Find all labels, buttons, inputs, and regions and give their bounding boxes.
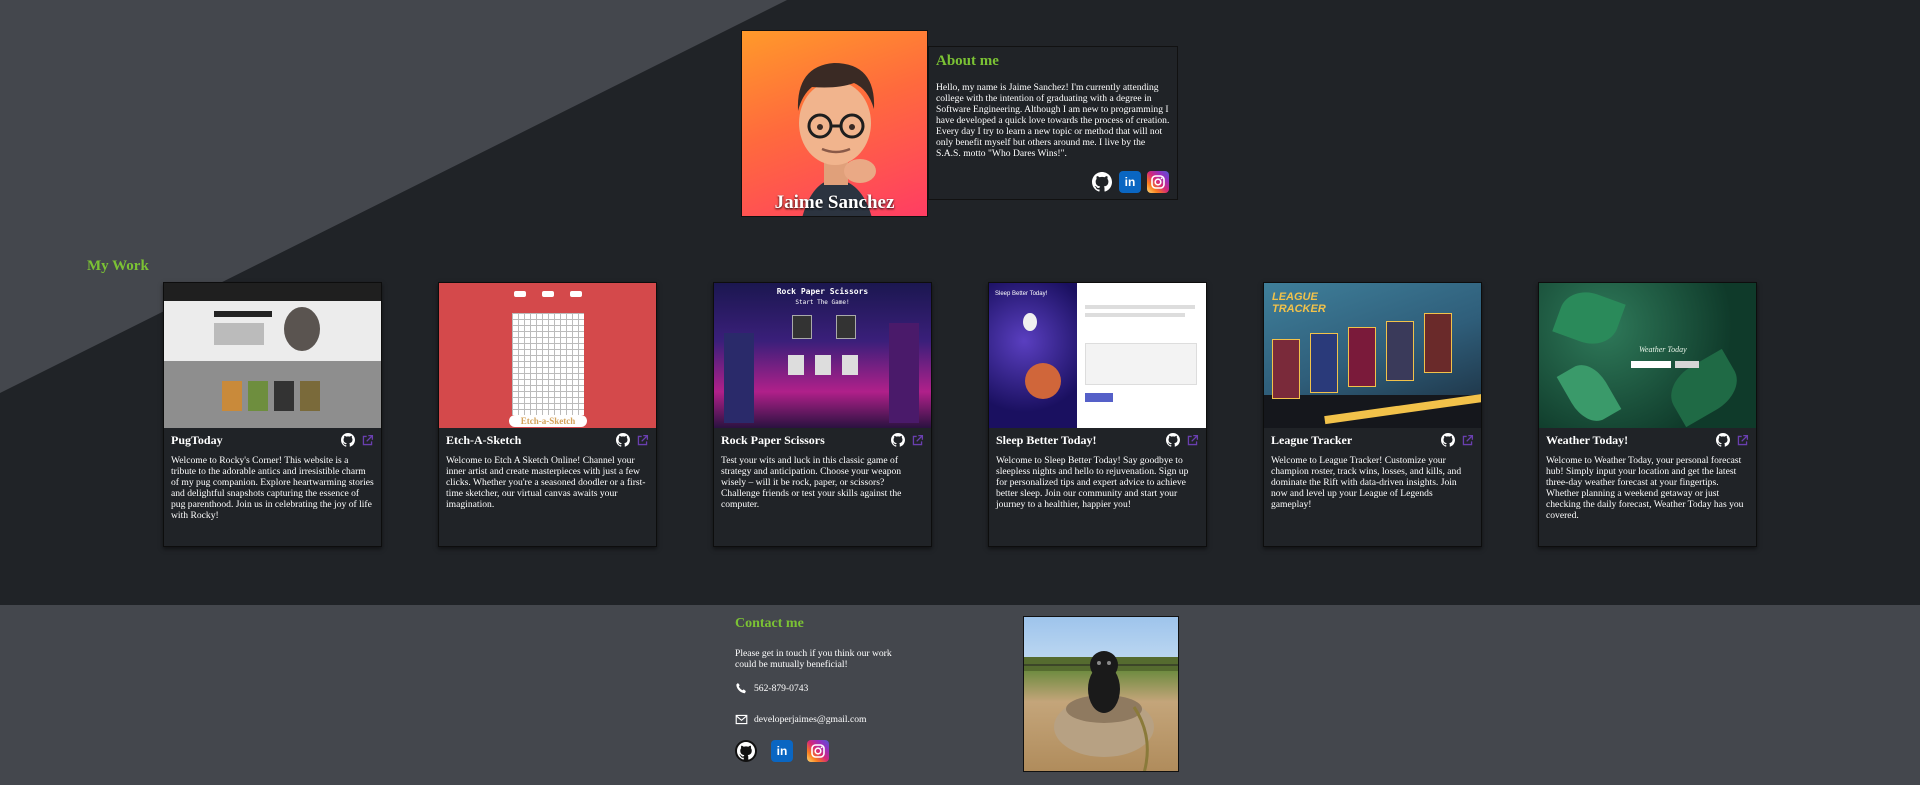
- external-link-icon[interactable]: [361, 434, 374, 447]
- instagram-icon[interactable]: [807, 740, 829, 762]
- instagram-icon[interactable]: [1147, 171, 1169, 193]
- thumb-label: Etch-a-Sketch: [509, 415, 587, 427]
- project-thumbnail[interactable]: [164, 283, 381, 428]
- thumb-label: Weather Today: [1639, 345, 1687, 354]
- project-card-etch-a-sketch[interactable]: Etch-a-Sketch Etch-A-Sketch Welcome to E…: [438, 282, 657, 547]
- contact-email[interactable]: developerjaimes@gmail.com: [735, 713, 895, 726]
- contact-text: Please get in touch if you think our wor…: [735, 648, 892, 670]
- mail-icon: [735, 714, 748, 725]
- profile-photo: Jaime Sanchez: [741, 30, 928, 217]
- github-icon[interactable]: [891, 433, 905, 447]
- project-thumbnail[interactable]: Sleep Better Today!: [989, 283, 1206, 428]
- project-card-weather-today[interactable]: Weather Today Weather Today! Welcome to …: [1538, 282, 1757, 547]
- thumb-label: LEAGUE TRACKER: [1272, 291, 1326, 315]
- profile-name: Jaime Sanchez: [774, 192, 895, 213]
- github-icon[interactable]: [1166, 433, 1180, 447]
- project-title: Sleep Better Today!: [996, 432, 1097, 447]
- github-icon[interactable]: [1441, 433, 1455, 447]
- contact-socials: in: [735, 740, 895, 762]
- linkedin-icon[interactable]: in: [771, 740, 793, 762]
- external-link-icon[interactable]: [1186, 434, 1199, 447]
- project-thumbnail[interactable]: LEAGUE TRACKER: [1264, 283, 1481, 428]
- phone-icon: [736, 682, 746, 694]
- about-socials: in: [1091, 171, 1169, 193]
- thumb-label: Rock Paper Scissors: [776, 287, 869, 296]
- external-link-icon[interactable]: [911, 434, 924, 447]
- contact-section: Contact me Please get in touch if you th…: [735, 616, 895, 762]
- external-link-icon[interactable]: [1461, 434, 1474, 447]
- contact-phone[interactable]: 562-879-0743: [735, 682, 895, 695]
- github-icon[interactable]: [735, 740, 757, 762]
- about-title: About me: [936, 53, 999, 69]
- external-link-icon[interactable]: [636, 434, 649, 447]
- project-description: Welcome to Sleep Better Today! Say goodb…: [996, 455, 1189, 510]
- project-title: Rock Paper Scissors: [721, 432, 825, 447]
- footer: [0, 605, 1920, 785]
- avatar-illustration: [797, 63, 876, 216]
- project-card-rock-paper-scissors[interactable]: Rock Paper Scissors Start The Game! Rock…: [713, 282, 932, 547]
- about-text: Hello, my name is Jaime Sanchez! I'm cur…: [936, 82, 1170, 159]
- project-card-league-tracker[interactable]: LEAGUE TRACKER League Tracker Welcome to…: [1263, 282, 1482, 547]
- project-description: Welcome to Weather Today, your personal …: [1546, 455, 1744, 521]
- about-panel: About me Hello, my name is Jaime Sanchez…: [928, 46, 1178, 200]
- project-card-sleep-better-today[interactable]: Sleep Better Today! Sleep Better Today! …: [988, 282, 1207, 547]
- phone-number: 562-879-0743: [754, 683, 809, 694]
- github-icon[interactable]: [1091, 171, 1113, 193]
- linkedin-icon[interactable]: in: [1119, 171, 1141, 193]
- project-title: League Tracker: [1271, 432, 1353, 447]
- external-link-icon[interactable]: [1736, 434, 1749, 447]
- project-thumbnail[interactable]: Weather Today: [1539, 283, 1756, 428]
- email-address: developerjaimes@gmail.com: [754, 714, 867, 725]
- project-thumbnail[interactable]: Etch-a-Sketch: [439, 283, 656, 428]
- thumb-label: Sleep Better Today!: [995, 291, 1048, 297]
- project-card-pugtoday[interactable]: PugToday Welcome to Rocky's Corner! This…: [163, 282, 382, 547]
- contact-title: Contact me: [735, 616, 804, 631]
- thumb-sublabel: Start The Game!: [795, 299, 850, 306]
- project-description: Welcome to League Tracker! Customize you…: [1271, 455, 1462, 510]
- project-description: Welcome to Etch A Sketch Online! Channel…: [446, 455, 646, 510]
- project-thumbnail[interactable]: Rock Paper Scissors Start The Game!: [714, 283, 931, 428]
- pug-photo: [1023, 616, 1179, 772]
- github-icon[interactable]: [1716, 433, 1730, 447]
- project-description: Test your wits and luck in this classic …: [721, 455, 902, 510]
- github-icon[interactable]: [616, 433, 630, 447]
- github-icon[interactable]: [341, 433, 355, 447]
- project-description: Welcome to Rocky's Corner! This website …: [171, 455, 374, 521]
- project-title: Etch-A-Sketch: [446, 432, 522, 447]
- my-work-title: My Work: [87, 258, 149, 274]
- project-title: PugToday: [171, 432, 223, 447]
- project-title: Weather Today!: [1546, 432, 1629, 447]
